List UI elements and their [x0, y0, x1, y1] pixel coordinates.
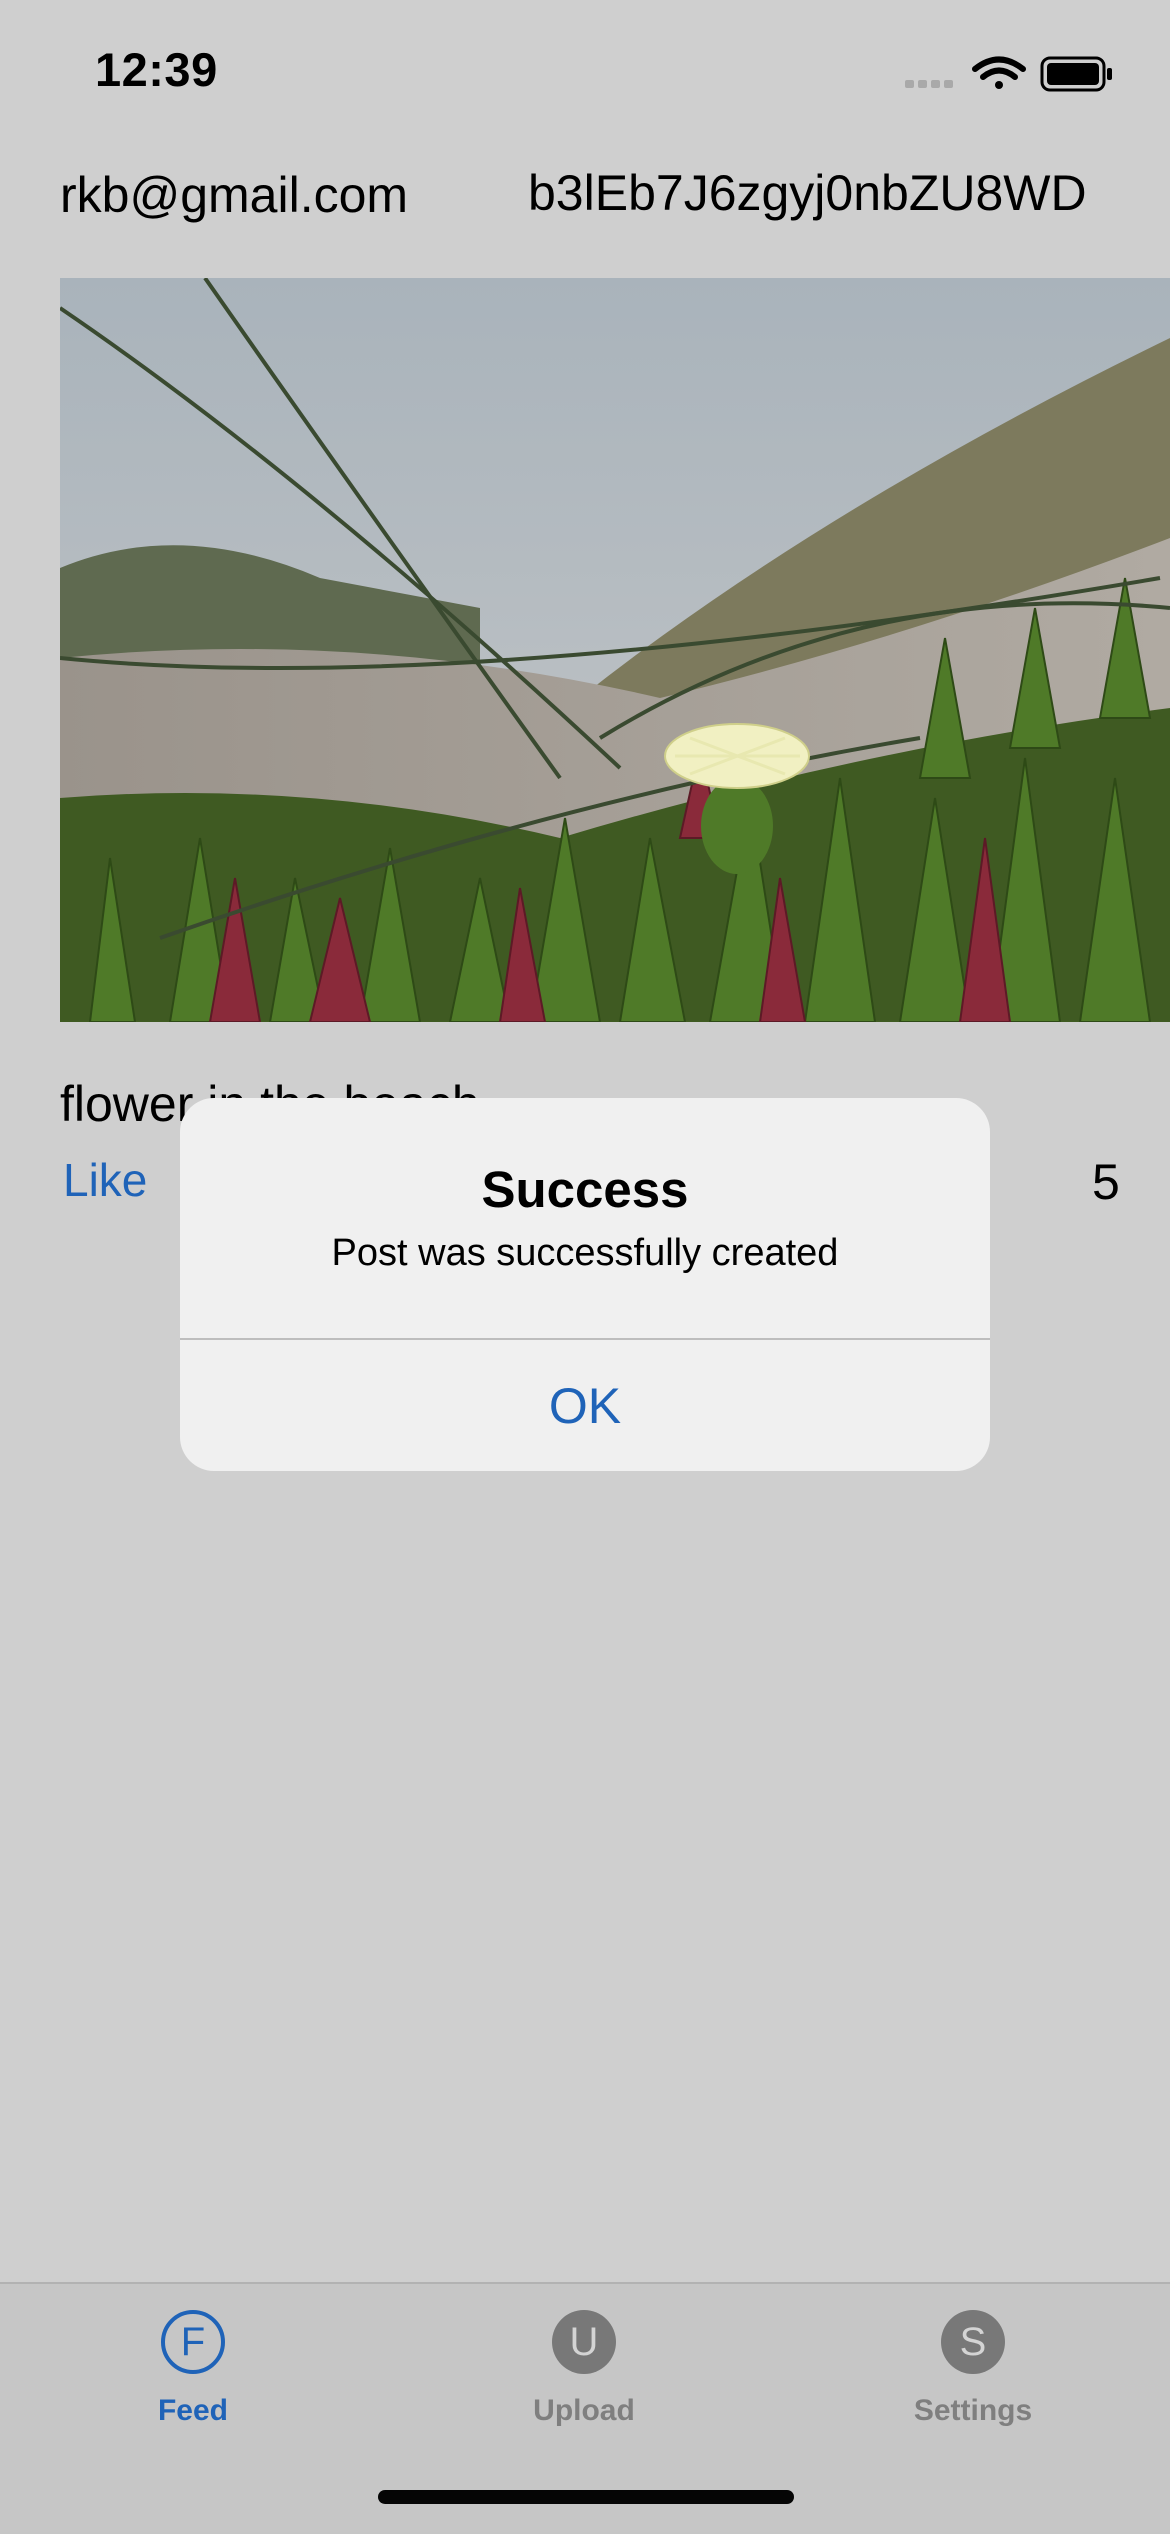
- user-email: rkb@gmail.com: [60, 167, 409, 223]
- post-image: [60, 278, 1170, 1022]
- cellular-signal-icon: [905, 80, 953, 88]
- success-alert: Success Post was successfully created OK: [180, 1098, 990, 1471]
- battery-icon: [1040, 56, 1112, 92]
- wifi-icon: [972, 56, 1026, 89]
- status-icons: [905, 56, 1112, 92]
- like-count: 5: [1092, 1154, 1120, 1210]
- like-button[interactable]: Like: [63, 1153, 147, 1207]
- tab-feed[interactable]: F Feed: [93, 2310, 293, 2428]
- alert-title: Success: [481, 1161, 689, 1218]
- tab-settings-label: Settings: [913, 2394, 1033, 2427]
- tab-upload[interactable]: U Upload: [484, 2310, 684, 2428]
- tab-upload-label: Upload: [533, 2394, 635, 2427]
- alert-ok-button[interactable]: OK: [180, 1340, 990, 1471]
- upload-icon: U: [552, 2310, 616, 2374]
- tab-feed-label: Feed: [157, 2394, 229, 2427]
- home-indicator[interactable]: [378, 2490, 794, 2504]
- alert-message: Post was successfully created: [331, 1232, 839, 1274]
- feed-icon: F: [161, 2310, 225, 2374]
- tab-settings[interactable]: S Settings: [873, 2310, 1073, 2428]
- settings-icon: S: [941, 2310, 1005, 2374]
- user-id: b3lEb7J6zgyj0nbZU8WD: [528, 165, 1087, 221]
- status-time: 12:39: [95, 43, 218, 96]
